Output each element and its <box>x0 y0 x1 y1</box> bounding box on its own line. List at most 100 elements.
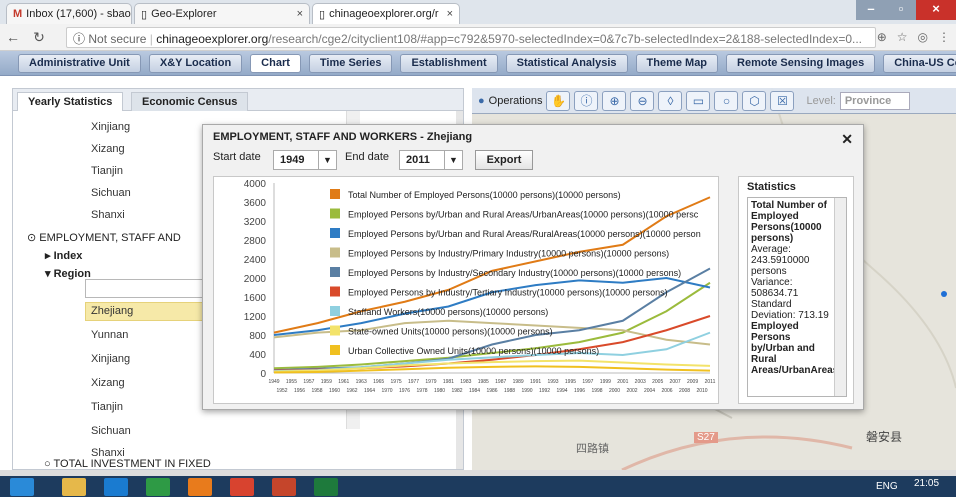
start-date-value: 1949 <box>280 154 305 166</box>
polygon-icon[interactable]: ⬡ <box>742 90 767 111</box>
start-date-select[interactable]: 1949 ▼ <box>273 150 337 170</box>
x-tick-label: 1957 <box>303 379 314 385</box>
index-node[interactable]: ▸ Index <box>45 249 82 262</box>
statistics-box[interactable]: Total Number of Employed Persons(10000 p… <box>747 197 847 397</box>
legend-swatch <box>330 208 340 219</box>
x-tick-label: 1998 <box>591 388 602 394</box>
excel-icon[interactable] <box>314 478 338 496</box>
x-tick-label: 1994 <box>556 388 567 394</box>
x-tick-label: 1989 <box>513 379 524 385</box>
legend-label: Employed Persons by Industry/Tertiary In… <box>348 288 668 298</box>
browser-tab-active[interactable]: ▯ chinageoexplorer.org/r × <box>312 3 460 24</box>
minimize-icon[interactable]: – <box>856 0 886 20</box>
region-item[interactable]: Xizang <box>91 377 125 389</box>
menu-xy-location[interactable]: X&Y Location <box>148 53 243 73</box>
category-label: TOTAL INVESTMENT IN FIXED <box>53 458 211 470</box>
close-tab-icon[interactable]: × <box>297 8 303 20</box>
url-field[interactable]: ⓘ Not secure | chinageoexplorer.org/rese… <box>66 27 876 48</box>
region-item-selected[interactable]: Zhejiang <box>91 305 133 317</box>
export-button[interactable]: Export <box>475 150 533 170</box>
menu-china-us-compare[interactable]: China-US Compare <box>883 53 956 73</box>
statistics-scrollbar[interactable] <box>834 198 846 396</box>
menu-theme-map[interactable]: Theme Map <box>635 53 719 73</box>
zoom-in-icon[interactable]: ⊕ <box>602 90 627 111</box>
radio-employment[interactable]: ⊙ EMPLOYMENT, STAFF AND <box>27 231 181 244</box>
end-date-select[interactable]: 2011 ▼ <box>399 150 463 170</box>
marker-icon[interactable]: ◊ <box>658 90 683 111</box>
index-label: Index <box>53 250 83 262</box>
menu-chart[interactable]: Chart <box>250 53 301 73</box>
file-explorer-icon[interactable] <box>62 478 86 496</box>
close-icon[interactable]: ✕ <box>841 131 853 148</box>
rectangle-icon[interactable]: ▭ <box>686 90 711 111</box>
window-close-icon[interactable]: × <box>916 0 956 20</box>
tab-economic-census[interactable]: Economic Census <box>131 92 249 111</box>
region-item[interactable]: Sichuan <box>91 425 131 437</box>
ie-icon[interactable] <box>104 478 128 496</box>
x-tick-label: 1985 <box>478 379 489 385</box>
region-item[interactable]: Xinjiang <box>91 121 130 133</box>
line-chart: 0 400 800 1200 1600 2000 2400 2800 3200 3600 4000 1… <box>244 179 716 394</box>
x-tick-label: 1997 <box>582 379 593 385</box>
menu-remote-sensing[interactable]: Remote Sensing Images <box>726 53 876 73</box>
stat-average-label: Average: <box>751 244 791 255</box>
region-item[interactable]: Xinjiang <box>91 353 130 365</box>
region-item[interactable]: Yunnan <box>91 329 128 341</box>
extension-icon[interactable]: ◎ <box>918 30 928 44</box>
zoom-icon[interactable]: ⊕ <box>877 30 887 44</box>
menu-establishment[interactable]: Establishment <box>400 53 498 73</box>
address-icons: ⊕ ☆ ◎ ⋮ <box>877 30 950 44</box>
radio-total-investment[interactable]: ○ TOTAL INVESTMENT IN FIXED <box>44 458 211 470</box>
address-bar-row: ← ↻ ⓘ Not secure | chinageoexplorer.org/… <box>0 24 956 51</box>
close-tab-icon[interactable]: × <box>447 8 453 20</box>
stat-average-value: 243.5910000 <box>751 255 810 266</box>
x-tick-label: 1984 <box>469 388 480 394</box>
level-select[interactable]: Province <box>839 91 910 110</box>
browser-tab-inbox[interactable]: M Inbox (17,600) - sbao@ × <box>6 3 132 24</box>
menu-statistical-analysis[interactable]: Statistical Analysis <box>505 53 628 73</box>
x-tick-label: 1975 <box>391 379 402 385</box>
region-item[interactable]: Xizang <box>91 143 125 155</box>
star-icon[interactable]: ☆ <box>897 30 908 44</box>
windows-start-icon[interactable] <box>10 478 34 496</box>
region-item[interactable]: Tianjin <box>91 165 123 177</box>
region-item[interactable]: Shanxi <box>91 209 125 221</box>
x-tick-label: 1999 <box>600 379 611 385</box>
browser-tab-geo-explorer[interactable]: ▯ Geo-Explorer × <box>134 3 310 24</box>
x-tick-label: 1959 <box>321 379 332 385</box>
x-tick-label: 2009 <box>687 379 698 385</box>
menu-administrative-unit[interactable]: Administrative Unit <box>18 53 141 73</box>
region-item[interactable]: Sichuan <box>91 187 131 199</box>
legend-label: Total Number of Employed Persons(10000 p… <box>348 190 621 200</box>
x-tick-label: 1961 <box>338 379 349 385</box>
menu-icon[interactable]: ⋮ <box>938 30 950 44</box>
x-tick-label: 1977 <box>408 379 419 385</box>
powerpoint-icon[interactable] <box>272 478 296 496</box>
page-icon: ▯ <box>319 8 326 21</box>
app-icon[interactable] <box>146 478 170 496</box>
legend-swatch <box>330 345 340 355</box>
reload-icon[interactable]: ↻ <box>30 29 48 46</box>
chrome-icon[interactable] <box>230 478 254 496</box>
firefox-icon[interactable] <box>188 478 212 496</box>
back-icon[interactable]: ← <box>4 29 22 45</box>
stat-variance-label: Variance: <box>751 277 793 288</box>
category-label: EMPLOYMENT, STAFF AND <box>39 232 181 244</box>
x-tick-label: 1987 <box>495 379 506 385</box>
y-tick-label: 0 <box>260 369 266 380</box>
app-menubar: Administrative Unit X&Y Location Chart T… <box>0 51 956 76</box>
info-icon[interactable]: ⓘ <box>574 90 599 111</box>
zoom-out-icon[interactable]: ⊖ <box>630 90 655 111</box>
region-item[interactable]: Tianjin <box>91 401 123 413</box>
maximize-icon[interactable]: ▫ <box>886 0 916 20</box>
language-indicator[interactable]: ENG <box>876 481 898 492</box>
region-node[interactable]: ▾ Region <box>45 267 91 280</box>
clear-icon[interactable]: ☒ <box>770 90 795 111</box>
circle-icon[interactable]: ○ <box>714 90 739 111</box>
legend-swatch <box>330 247 340 258</box>
map-toolbar: ● Operations ✋ ⓘ ⊕ ⊖ ◊ ▭ ○ ⬡ ☒ Level: Pr… <box>472 88 956 114</box>
menu-time-series[interactable]: Time Series <box>308 53 393 73</box>
pan-hand-icon[interactable]: ✋ <box>546 90 571 111</box>
url-host: chinageoexplorer.org <box>156 32 269 46</box>
tab-yearly-statistics[interactable]: Yearly Statistics <box>17 92 124 111</box>
